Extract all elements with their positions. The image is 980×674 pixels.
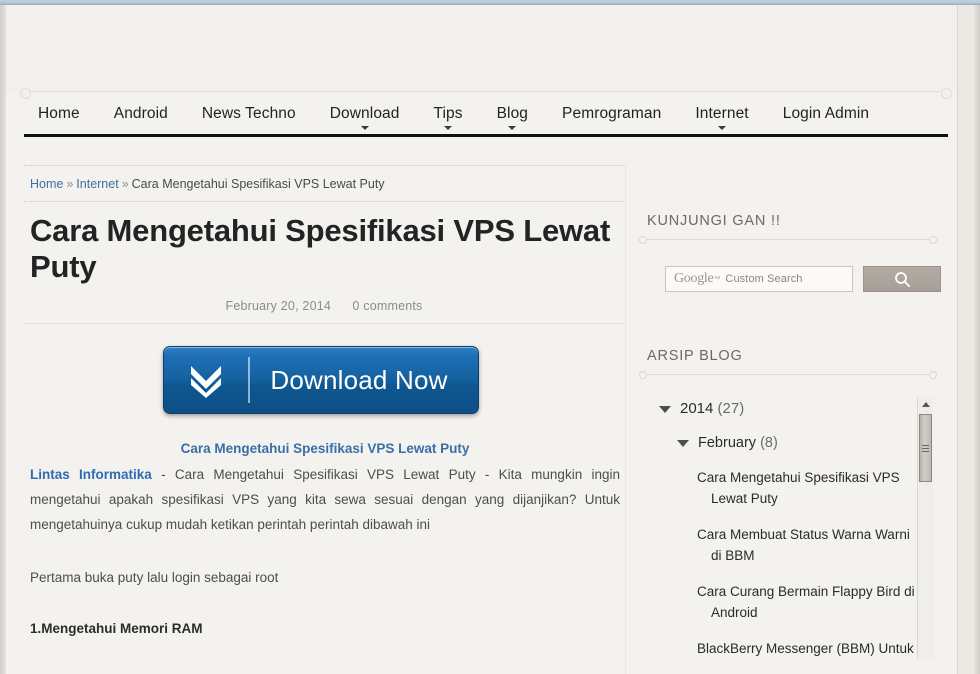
nav-list: Home Android News Techno Download Tips B… bbox=[24, 101, 886, 135]
archive-tree: 2014 (27) February (8) Cara Mengetahui S… bbox=[643, 397, 915, 659]
scroll-up-button[interactable] bbox=[918, 397, 933, 412]
nav-item-internet[interactable]: Internet bbox=[678, 101, 765, 130]
post-comments-count[interactable]: 0 comments bbox=[352, 299, 422, 313]
list-item[interactable]: Cara Mengetahui Spesifikasi VPS Lewat Pu… bbox=[697, 467, 923, 509]
brand-link[interactable]: Lintas Informatika bbox=[30, 467, 152, 482]
search-row: Google ™ Custom Search bbox=[665, 266, 943, 292]
chevron-down-icon bbox=[718, 126, 727, 130]
banner-divider bbox=[24, 91, 948, 92]
nav-item-blog[interactable]: Blog bbox=[480, 101, 545, 130]
chevron-down-icon bbox=[360, 126, 369, 130]
chevron-down-icon bbox=[508, 126, 517, 130]
nav-underline bbox=[24, 134, 948, 137]
download-button-wrap: Download Now bbox=[24, 324, 624, 414]
post-article: Cara Mengetahui Spesifikasi VPS Lewat Pu… bbox=[24, 205, 624, 674]
trademark-icon: ™ bbox=[713, 275, 721, 283]
nav-label: News Techno bbox=[201, 105, 296, 122]
search-widget: KUNJUNGI GAN !! Google ™ Custom Search bbox=[639, 205, 943, 292]
post-first-step-line: Pertama buka puty lalu login sebagai roo… bbox=[30, 570, 279, 585]
nav-label: Internet bbox=[695, 105, 749, 122]
post-step-one: 1.Mengetahui Memori RAM bbox=[30, 621, 203, 636]
post-date: February 20, 2014 bbox=[225, 299, 332, 313]
archive-widget-divider bbox=[639, 371, 937, 379]
nav-label: Pemrograman bbox=[562, 105, 662, 122]
breadcrumb-bottom-divider bbox=[24, 201, 624, 203]
search-placeholder: Custom Search bbox=[725, 273, 803, 285]
download-now-button[interactable]: Download Now bbox=[163, 346, 479, 414]
breadcrumb: Home» Internet» Cara Mengetahui Spesifikas… bbox=[24, 165, 624, 203]
column-divider bbox=[625, 165, 626, 674]
page-scrollbar[interactable] bbox=[957, 5, 974, 674]
sidebar: KUNJUNGI GAN !! Google ™ Custom Search A… bbox=[639, 205, 943, 659]
archive-month-row[interactable]: February (8) bbox=[677, 431, 909, 455]
list-item[interactable]: Cara Membuat Status Warna Warni di BBM bbox=[697, 524, 923, 566]
nav-item-login-admin[interactable]: Login Admin bbox=[766, 101, 886, 124]
breadcrumb-trail: Home» Internet» Cara Mengetahui Spesifikas… bbox=[24, 167, 624, 201]
banner-corner-left bbox=[20, 88, 31, 99]
banner-corner-right bbox=[941, 88, 952, 99]
breadcrumb-separator: » bbox=[121, 177, 129, 191]
triangle-down-icon[interactable] bbox=[677, 440, 689, 447]
nav-label: Tips bbox=[433, 105, 463, 122]
search-icon bbox=[894, 271, 910, 287]
archive-scroll-pane: 2014 (27) February (8) Cara Mengetahui S… bbox=[643, 397, 933, 659]
post-intro-paragraph: Lintas Informatika - Cara Mengetahui Spe… bbox=[30, 462, 620, 537]
breadcrumb-home-link[interactable]: Home bbox=[30, 177, 63, 191]
archive-year-count: (27) bbox=[717, 400, 745, 417]
browser-window: Home Android News Techno Download Tips B… bbox=[0, 0, 980, 674]
post-body-heading: Cara Mengetahui Spesifikasi VPS Lewat Pu… bbox=[180, 441, 470, 456]
archive-year-row[interactable]: 2014 (27) bbox=[659, 397, 909, 421]
breadcrumb-category-link[interactable]: Internet bbox=[76, 177, 118, 191]
archive-widget: ARSIP BLOG 2014 (27) February (8) Cara M… bbox=[639, 340, 943, 659]
list-item[interactable]: BlackBerry Messenger (BBM) Untuk Symbian… bbox=[697, 638, 923, 659]
nav-item-news-techno[interactable]: News Techno bbox=[185, 101, 313, 124]
web-page: Home Android News Techno Download Tips B… bbox=[6, 5, 974, 674]
post-meta: February 20, 2014 0 comments bbox=[24, 285, 624, 323]
nav-item-tips[interactable]: Tips bbox=[416, 101, 479, 130]
window-right-edge bbox=[974, 5, 980, 674]
google-logo: Google bbox=[674, 271, 714, 286]
archive-widget-title: ARSIP BLOG bbox=[647, 348, 743, 364]
download-double-chevron-icon bbox=[164, 362, 248, 398]
archive-year-value: 2014 bbox=[680, 400, 714, 417]
archive-month-count: (8) bbox=[760, 435, 778, 451]
archive-scrollbar[interactable] bbox=[917, 397, 933, 659]
download-button-label: Download Now bbox=[270, 365, 448, 395]
nav-label: Blog bbox=[496, 105, 529, 122]
search-widget-title: KUNJUNGI GAN !! bbox=[647, 213, 781, 229]
post-command-line: Ketikkan perintah : cat /proc/meminfo bbox=[30, 667, 620, 674]
page-title: Cara Mengetahui Spesifikasi VPS Lewat Pu… bbox=[30, 213, 611, 284]
search-widget-divider bbox=[639, 236, 937, 244]
site-banner bbox=[6, 5, 974, 99]
list-item[interactable]: Cara Curang Bermain Flappy Bird di Andro… bbox=[697, 581, 923, 623]
search-submit-button[interactable] bbox=[863, 266, 941, 292]
triangle-down-icon[interactable] bbox=[659, 406, 671, 413]
search-input[interactable]: Google ™ Custom Search bbox=[665, 266, 853, 292]
main-navigation: Home Android News Techno Download Tips B… bbox=[6, 101, 974, 141]
nav-label: Home bbox=[38, 105, 80, 122]
scrollbar-thumb[interactable] bbox=[919, 414, 932, 482]
grip-icon bbox=[922, 443, 929, 454]
post-body: Cara Mengetahui Spesifikasi VPS Lewat Pu… bbox=[24, 414, 624, 674]
nav-item-pemrograman[interactable]: Pemrograman bbox=[545, 101, 678, 124]
archive-month-label: February (8) bbox=[698, 431, 778, 455]
nav-label: Android bbox=[113, 105, 168, 122]
divider-dot-right bbox=[929, 236, 937, 244]
nav-item-download[interactable]: Download bbox=[313, 101, 417, 130]
chevron-down-icon bbox=[444, 126, 453, 130]
divider-dot-left bbox=[639, 236, 647, 244]
archive-post-list: Cara Mengetahui Spesifikasi VPS Lewat Pu… bbox=[697, 467, 923, 659]
nav-item-android[interactable]: Android bbox=[97, 101, 185, 124]
nav-label: Download bbox=[329, 105, 400, 122]
divider-dot-left bbox=[639, 371, 647, 379]
breadcrumb-separator: » bbox=[66, 177, 74, 191]
nav-label: Login Admin bbox=[782, 105, 870, 122]
archive-month-value: February bbox=[698, 435, 757, 451]
nav-item-home[interactable]: Home bbox=[24, 101, 97, 124]
archive-year-label: 2014 (27) bbox=[680, 397, 744, 421]
divider-dot-right bbox=[929, 371, 937, 379]
triangle-up-icon bbox=[921, 402, 930, 407]
breadcrumb-current: Cara Mengetahui Spesifikasi VPS Lewat Pu… bbox=[131, 177, 385, 191]
